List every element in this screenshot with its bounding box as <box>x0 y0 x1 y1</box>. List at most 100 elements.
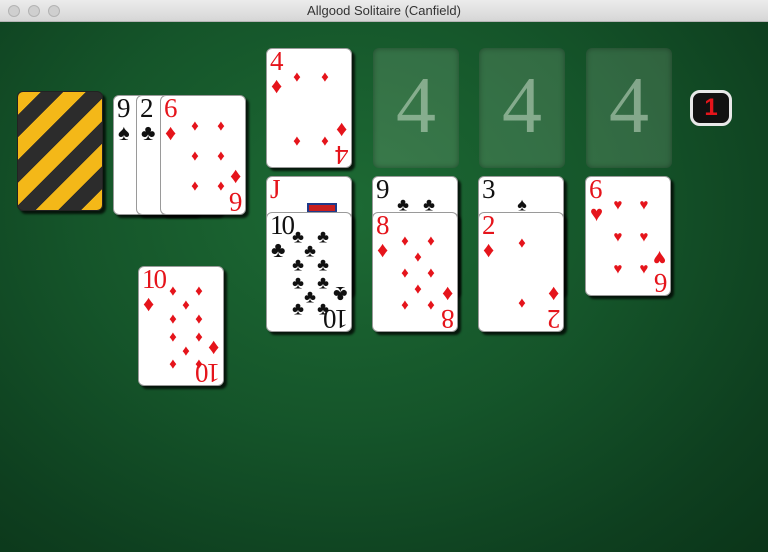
tableau-2-top-card[interactable]: 8 ♦ ♦ ♦ ♦ ♦ ♦ ♦ ♦ ♦ 8 ♦ <box>372 212 458 332</box>
diamond-icon: ♦ <box>321 132 329 150</box>
card-rank: 10 <box>270 212 295 240</box>
foundation-4-slot[interactable]: 4 <box>586 48 672 168</box>
diamond-icon: ♦ <box>427 296 435 314</box>
club-icon: ♣ <box>423 194 435 215</box>
diamond-icon: ♦ <box>191 117 199 135</box>
card-rank: 9 <box>376 176 389 204</box>
card-rank: 9 <box>117 95 130 123</box>
card-rank: 10 <box>142 266 167 294</box>
game-window: Allgood Solitaire (Canfield) 9 ♠ 2 ♣ 6 ♦… <box>0 0 768 552</box>
diamond-icon: ♦ <box>217 177 225 195</box>
tableau-1-top-card[interactable]: 10 ♣ ♣ ♣ ♣ ♣ ♣ ♣ ♣ ♣ ♣ ♣ 10 ♣ <box>266 212 352 332</box>
diamond-icon: ♦ <box>321 68 329 86</box>
table-felt: 9 ♠ 2 ♣ 6 ♦ ♦ ♦ ♦ ♦ ♦ ♦ 6 ♦ 10 ♦ ♦ ♦ ♦ ♦… <box>0 22 768 552</box>
club-icon: ♣ <box>304 286 316 307</box>
card-rank-bottom: 10 <box>197 358 220 386</box>
card-rank: 8 <box>376 212 389 240</box>
diamond-icon: ♦ <box>518 234 526 252</box>
foundation-base-rank: 4 <box>502 62 542 150</box>
foundation-base-rank: 4 <box>396 62 436 150</box>
foundation-3-slot[interactable]: 4 <box>479 48 565 168</box>
card-rank: 4 <box>270 48 283 76</box>
diamond-icon: ♦ <box>195 310 203 328</box>
title-bar: Allgood Solitaire (Canfield) <box>0 0 768 22</box>
diamond-icon: ♦ <box>169 282 177 300</box>
club-icon: ♣ <box>317 272 329 293</box>
diamond-icon: ♦ <box>271 73 283 98</box>
heart-icon: ♥ <box>613 196 623 214</box>
diamond-icon: ♦ <box>217 147 225 165</box>
diamond-icon: ♦ <box>169 355 177 373</box>
club-icon: ♣ <box>292 272 304 293</box>
diamond-icon: ♦ <box>182 296 190 314</box>
card-rank-bottom: 8 <box>442 304 455 332</box>
heart-icon: ♥ <box>639 228 649 246</box>
diamond-icon: ♦ <box>414 280 422 298</box>
heart-icon: ♥ <box>613 260 623 278</box>
diamond-icon: ♦ <box>207 336 219 361</box>
club-icon: ♣ <box>332 282 347 307</box>
card-rank-bottom: 6 <box>230 187 243 215</box>
diamond-icon: ♦ <box>191 177 199 195</box>
waste-top-card[interactable]: 6 ♦ ♦ ♦ ♦ ♦ ♦ ♦ 6 ♦ <box>160 95 246 215</box>
reserve-top-card[interactable]: 10 ♦ ♦ ♦ ♦ ♦ ♦ ♦ ♦ ♦ ♦ ♦ 10 ♦ <box>138 266 224 386</box>
diamond-icon: ♦ <box>293 68 301 86</box>
diamond-icon: ♦ <box>401 264 409 282</box>
diamond-icon: ♦ <box>335 118 347 143</box>
heart-icon: ♥ <box>639 260 649 278</box>
card-rank: J <box>270 176 280 204</box>
tableau-3-top-card[interactable]: 2 ♦ ♦ ♦ 2 ♦ <box>478 212 564 332</box>
spade-icon: ♠ <box>118 120 130 145</box>
window-title: Allgood Solitaire (Canfield) <box>307 3 461 18</box>
diamond-icon: ♦ <box>427 232 435 250</box>
diamond-icon: ♦ <box>427 264 435 282</box>
spade-icon: ♠ <box>517 194 527 215</box>
heart-icon: ♥ <box>652 246 666 271</box>
card-rank: 6 <box>164 95 177 123</box>
diamond-icon: ♦ <box>169 328 177 346</box>
card-rank: 3 <box>482 176 495 204</box>
heart-icon: ♥ <box>613 228 623 246</box>
foundation-base-rank: 4 <box>609 62 649 150</box>
card-rank-bottom: 6 <box>655 268 668 296</box>
redeal-counter-badge: 1 <box>690 90 732 126</box>
foundation-2-slot[interactable]: 4 <box>373 48 459 168</box>
diamond-icon: ♦ <box>165 120 177 145</box>
diamond-icon: ♦ <box>401 296 409 314</box>
diamond-icon: ♦ <box>191 147 199 165</box>
club-icon: ♣ <box>304 240 316 261</box>
club-icon: ♣ <box>292 254 304 275</box>
club-icon: ♣ <box>397 194 409 215</box>
diamond-icon: ♦ <box>217 117 225 135</box>
tableau-4-top-card[interactable]: 6 ♥ ♥ ♥ ♥ ♥ ♥ ♥ 6 ♥ <box>585 176 671 296</box>
diamond-icon: ♦ <box>441 282 453 307</box>
club-icon: ♣ <box>292 226 304 247</box>
diamond-icon: ♦ <box>401 232 409 250</box>
card-rank: 2 <box>482 212 495 240</box>
club-icon: ♣ <box>271 237 286 262</box>
diamond-icon: ♦ <box>377 237 389 262</box>
heart-icon: ♥ <box>639 196 649 214</box>
diamond-icon: ♦ <box>518 294 526 312</box>
diamond-icon: ♦ <box>414 248 422 266</box>
diamond-icon: ♦ <box>293 132 301 150</box>
diamond-icon: ♦ <box>195 282 203 300</box>
diamond-icon: ♦ <box>182 342 190 360</box>
diamond-icon: ♦ <box>229 165 241 190</box>
club-icon: ♣ <box>292 298 304 319</box>
foundation-1-card[interactable]: 4 ♦ ♦ ♦ ♦ ♦ 4 ♦ <box>266 48 352 168</box>
club-icon: ♣ <box>317 226 329 247</box>
card-rank-bottom: 4 <box>336 140 349 168</box>
club-icon: ♣ <box>141 120 156 145</box>
diamond-icon: ♦ <box>143 291 155 316</box>
club-icon: ♣ <box>317 254 329 275</box>
diamond-icon: ♦ <box>195 328 203 346</box>
diamond-icon: ♦ <box>483 237 495 262</box>
diamond-icon: ♦ <box>547 282 559 307</box>
card-rank: 6 <box>589 176 602 204</box>
stock-pile[interactable] <box>17 91 103 211</box>
card-rank: 2 <box>140 95 153 123</box>
card-rank-bottom: 10 <box>325 304 348 332</box>
heart-icon: ♥ <box>590 201 604 226</box>
diamond-icon: ♦ <box>169 310 177 328</box>
